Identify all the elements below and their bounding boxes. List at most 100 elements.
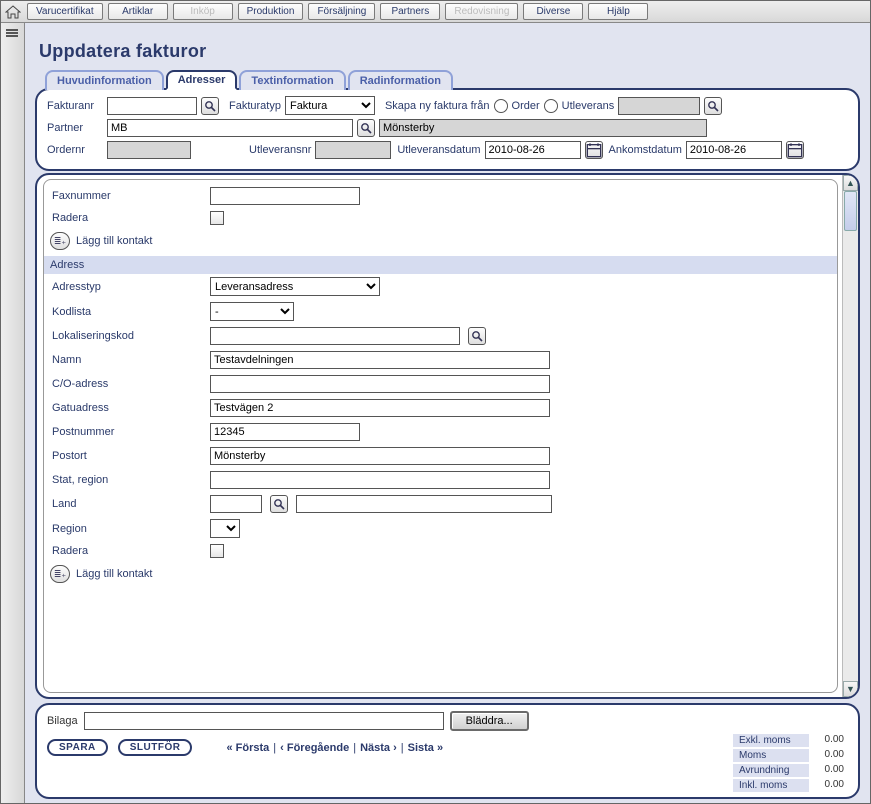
nav-last[interactable]: Sista » bbox=[408, 742, 443, 754]
add-contact-button-1[interactable]: ≣₊ bbox=[50, 232, 70, 250]
lokaliseringskod-lookup-icon[interactable] bbox=[468, 327, 486, 345]
scroll-down-arrow-icon[interactable]: ▼ bbox=[843, 681, 858, 697]
gatu-input[interactable] bbox=[210, 399, 550, 417]
tab-huvudinformation[interactable]: Huvudinformation bbox=[45, 70, 164, 90]
total-label: Moms bbox=[732, 748, 810, 763]
total-value: 0.00 bbox=[814, 733, 846, 748]
ordernr-label: Ordernr bbox=[47, 144, 103, 156]
radera-label-1: Radera bbox=[52, 212, 202, 224]
order-radio[interactable] bbox=[494, 99, 508, 113]
faxnummer-input[interactable] bbox=[210, 187, 360, 205]
ankomstdatum-calendar-icon[interactable] bbox=[786, 141, 804, 159]
skapa-label: Skapa ny faktura från bbox=[385, 100, 490, 112]
menu-försäljning[interactable]: Försäljning bbox=[308, 3, 375, 20]
region-select[interactable] bbox=[210, 519, 240, 538]
menu-inköp: Inköp bbox=[173, 3, 233, 20]
utleverans-input bbox=[618, 97, 700, 115]
co-input[interactable] bbox=[210, 375, 550, 393]
fakturatyp-select[interactable]: Faktura bbox=[285, 96, 375, 115]
lokaliseringskod-label: Lokaliseringskod bbox=[52, 330, 202, 342]
footer-panel: Bilaga Bläddra... SPARA SLUTFÖR « Första… bbox=[35, 703, 860, 799]
top-menubar: Varucertifikat Artiklar Inköp ProduktionFör… bbox=[1, 1, 870, 23]
header-panel: Fakturanr Fakturatyp Faktura Skapa ny fa… bbox=[35, 88, 860, 171]
sidebar-left bbox=[1, 23, 25, 803]
fakturanr-lookup-icon[interactable] bbox=[201, 97, 219, 115]
radera-checkbox-1[interactable] bbox=[210, 211, 224, 225]
add-contact-label-2: Lägg till kontakt bbox=[76, 568, 152, 580]
region-label: Region bbox=[52, 523, 202, 535]
menu-redovisning: Redovisning bbox=[445, 3, 518, 20]
postort-label: Postort bbox=[52, 450, 202, 462]
app-window: Varucertifikat Artiklar Inköp ProduktionFör… bbox=[0, 0, 871, 804]
land-name-input[interactable] bbox=[296, 495, 552, 513]
utleveransdatum-label: Utleveransdatum bbox=[397, 144, 480, 156]
total-value: 0.00 bbox=[814, 778, 846, 793]
content: Uppdatera fakturor HuvudinformationAdres… bbox=[25, 23, 870, 803]
namn-input[interactable] bbox=[210, 351, 550, 369]
adress-section-header: Adress bbox=[44, 256, 837, 274]
bilaga-input[interactable] bbox=[84, 712, 444, 730]
utleveransdatum-input[interactable] bbox=[485, 141, 581, 159]
partner-lookup-icon[interactable] bbox=[357, 119, 375, 137]
bilaga-label: Bilaga bbox=[47, 715, 78, 727]
utleveransnr-input bbox=[315, 141, 391, 159]
scroll-track[interactable] bbox=[843, 191, 858, 681]
land-lookup-icon[interactable] bbox=[270, 495, 288, 513]
form-inner: Faxnummer Radera ≣₊ Lägg till kontakt Ad… bbox=[44, 180, 837, 692]
faxnummer-label: Faxnummer bbox=[52, 190, 202, 202]
main-menu: Varucertifikat Artiklar Inköp ProduktionFör… bbox=[27, 3, 648, 20]
co-label: C/O-adress bbox=[52, 378, 202, 390]
menu-hjälp[interactable]: Hjälp bbox=[588, 3, 648, 20]
total-value: 0.00 bbox=[814, 763, 846, 778]
adresstyp-select[interactable]: Leveransadress bbox=[210, 277, 380, 296]
kodlista-select[interactable]: - bbox=[210, 302, 294, 321]
nav-first[interactable]: « Första bbox=[226, 742, 269, 754]
stat-label: Stat, region bbox=[52, 474, 202, 486]
utleveransdatum-calendar-icon[interactable] bbox=[585, 141, 603, 159]
ankomstdatum-input[interactable] bbox=[686, 141, 782, 159]
total-value: 0.00 bbox=[814, 748, 846, 763]
nav-prev[interactable]: ‹ Föregående bbox=[280, 742, 349, 754]
land-code-input[interactable] bbox=[210, 495, 262, 513]
tab-textinformation[interactable]: Textinformation bbox=[239, 70, 345, 90]
radera-checkbox-2[interactable] bbox=[210, 544, 224, 558]
namn-label: Namn bbox=[52, 354, 202, 366]
partner-label: Partner bbox=[47, 122, 103, 134]
page-title: Uppdatera fakturor bbox=[39, 41, 860, 62]
radera-label-2: Radera bbox=[52, 545, 202, 557]
menu-diverse[interactable]: Diverse bbox=[523, 3, 583, 20]
menu-partners[interactable]: Partners bbox=[380, 3, 440, 20]
nav-next[interactable]: Nästa › bbox=[360, 742, 397, 754]
menu-varucertifikat[interactable]: Varucertifikat bbox=[27, 3, 103, 20]
browse-button[interactable]: Bläddra... bbox=[450, 711, 529, 731]
stat-input[interactable] bbox=[210, 471, 550, 489]
utleverans-lookup-icon[interactable] bbox=[704, 97, 722, 115]
add-contact-button-2[interactable]: ≣₊ bbox=[50, 565, 70, 583]
scroll-up-arrow-icon[interactable]: ▲ bbox=[843, 175, 858, 191]
finish-button[interactable]: SLUTFÖR bbox=[118, 739, 193, 756]
kodlista-label: Kodlista bbox=[52, 306, 202, 318]
utleverans-radio[interactable] bbox=[544, 99, 558, 113]
fakturatyp-label: Fakturatyp bbox=[229, 100, 281, 112]
menu-toggle-icon[interactable] bbox=[6, 29, 20, 41]
postnr-input[interactable] bbox=[210, 423, 360, 441]
add-contact-label-1: Lägg till kontakt bbox=[76, 235, 152, 247]
lokaliseringskod-input[interactable] bbox=[210, 327, 460, 345]
fakturanr-input[interactable] bbox=[107, 97, 197, 115]
home-icon[interactable] bbox=[5, 5, 21, 19]
tab-adresser[interactable]: Adresser bbox=[166, 70, 238, 90]
tab-radinformation[interactable]: Radinformation bbox=[348, 70, 453, 90]
total-label: Avrundning bbox=[732, 763, 810, 778]
total-label: Exkl. moms bbox=[732, 733, 810, 748]
partner-code-input[interactable] bbox=[107, 119, 353, 137]
scroll-thumb[interactable] bbox=[844, 191, 857, 231]
adresstyp-label: Adresstyp bbox=[52, 281, 202, 293]
menu-produktion[interactable]: Produktion bbox=[238, 3, 304, 20]
total-label: Inkl. moms bbox=[732, 778, 810, 793]
vertical-scrollbar[interactable]: ▲ ▼ bbox=[842, 175, 858, 697]
land-label: Land bbox=[52, 498, 202, 510]
save-button[interactable]: SPARA bbox=[47, 739, 108, 756]
main-area: Uppdatera fakturor HuvudinformationAdres… bbox=[1, 23, 870, 803]
postort-input[interactable] bbox=[210, 447, 550, 465]
menu-artiklar[interactable]: Artiklar bbox=[108, 3, 168, 20]
